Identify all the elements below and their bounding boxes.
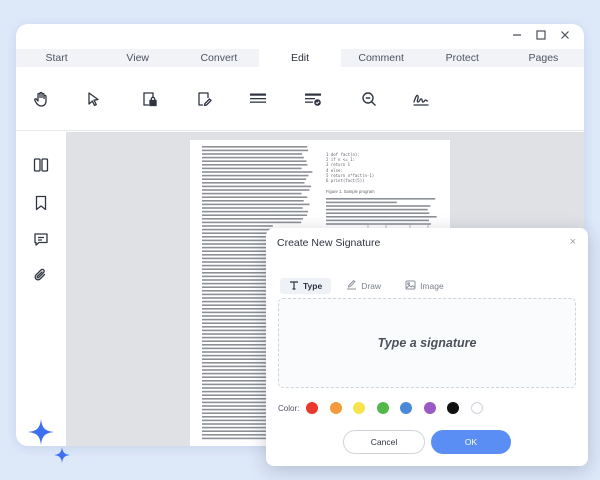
color-swatch-blue[interactable]	[400, 402, 413, 414]
comment-icon[interactable]	[32, 230, 50, 248]
edit-toolbar	[16, 67, 584, 131]
text-type-icon	[289, 280, 299, 292]
sparkle-large-icon	[28, 419, 54, 445]
signature-input-area[interactable]: Type a signature	[278, 298, 576, 388]
close-window-icon[interactable]	[558, 28, 572, 42]
tab-image-label: Image	[420, 281, 444, 291]
signature-mode-tabs: Type Draw Image	[280, 278, 453, 294]
tab-convert[interactable]: Convert	[178, 49, 259, 67]
cancel-button[interactable]: Cancel	[343, 430, 425, 454]
tab-image[interactable]: Image	[396, 278, 453, 294]
zoom-out-icon[interactable]	[359, 89, 379, 109]
color-picker: Color:	[278, 402, 494, 414]
left-sidebar	[16, 132, 66, 446]
color-swatch-black[interactable]	[447, 402, 460, 414]
sparkle-small-icon	[54, 447, 70, 463]
code-listing: 1 def fact(n): 2 if n <= 1: 3 return 1 4…	[326, 152, 375, 184]
lock-form-icon[interactable]	[139, 89, 159, 109]
create-signature-dialog: Create New Signature × Type Draw Image T…	[266, 228, 588, 466]
signature-icon[interactable]	[411, 89, 431, 109]
color-swatch-yellow[interactable]	[353, 402, 366, 414]
color-swatch-orange[interactable]	[329, 402, 342, 414]
tab-draw[interactable]: Draw	[337, 278, 390, 294]
tab-pages[interactable]: Pages	[503, 49, 584, 67]
tab-start[interactable]: Start	[16, 49, 97, 67]
pages-icon[interactable]	[32, 156, 50, 174]
color-swatch-purple[interactable]	[423, 402, 436, 414]
hand-icon[interactable]	[31, 89, 51, 109]
tab-edit[interactable]: Edit	[259, 49, 341, 67]
draw-pen-icon	[346, 279, 357, 292]
tab-view[interactable]: View	[97, 49, 178, 67]
color-label: Color:	[278, 403, 300, 413]
dialog-title: Create New Signature	[277, 237, 381, 249]
figure-caption: Figure 1. Sample program	[326, 189, 375, 194]
tab-type-label: Type	[303, 281, 323, 291]
maximize-icon[interactable]	[534, 28, 548, 42]
tab-draw-label: Draw	[361, 281, 382, 291]
color-swatch-red[interactable]	[306, 402, 319, 414]
bookmark-icon[interactable]	[32, 194, 50, 212]
ok-button[interactable]: OK	[431, 430, 511, 454]
title-bar	[16, 24, 584, 46]
minimize-icon[interactable]	[510, 28, 524, 42]
tab-protect[interactable]: Protect	[422, 49, 503, 67]
close-icon[interactable]: ×	[570, 236, 576, 248]
text-verified-icon[interactable]	[303, 89, 323, 109]
attachment-icon[interactable]	[32, 266, 50, 284]
tab-comment[interactable]: Comment	[341, 49, 422, 67]
color-swatch-green[interactable]	[376, 402, 389, 414]
cursor-icon[interactable]	[83, 89, 103, 109]
tab-type[interactable]: Type	[280, 278, 332, 294]
color-swatch-white[interactable]	[470, 402, 483, 414]
ribbon-tabs: Start View Convert Edit Comment Protect …	[16, 49, 584, 67]
text-lines-icon[interactable]	[248, 89, 268, 109]
edit-file-icon[interactable]	[194, 89, 214, 109]
image-icon	[405, 280, 416, 292]
